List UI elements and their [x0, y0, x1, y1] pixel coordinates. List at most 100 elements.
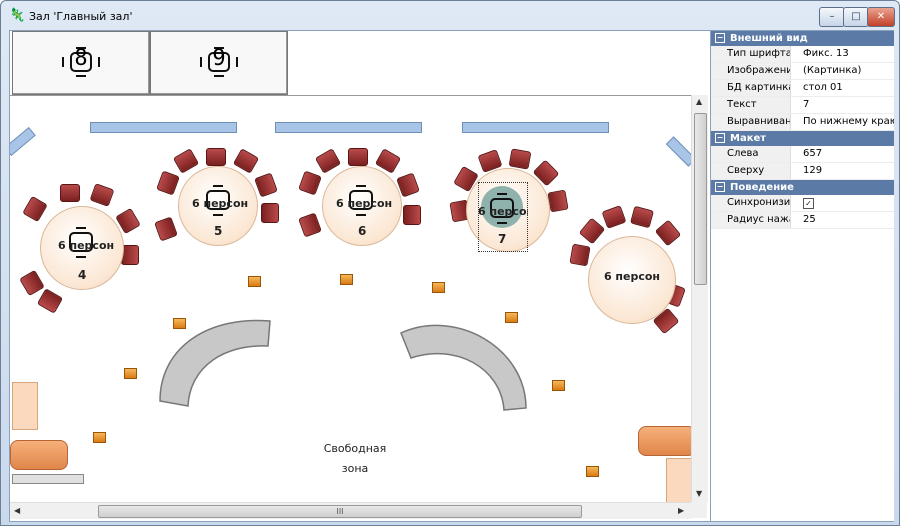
vertical-scroll-thumb[interactable]	[694, 113, 707, 285]
vertical-scrollbar[interactable]: ▲ ▼	[691, 95, 708, 502]
cushion	[586, 466, 599, 477]
property-value[interactable]: 25	[803, 212, 894, 228]
category-appearance[interactable]: − Внешний вид	[711, 31, 894, 46]
property-value[interactable]: 7	[803, 97, 894, 113]
table-capacity-label: 6 персон	[58, 239, 115, 252]
chair	[60, 184, 80, 202]
property-key: Сверху	[711, 163, 791, 179]
window-title: Зал 'Главный зал'	[29, 10, 133, 23]
table-button-8[interactable]: 8	[12, 31, 150, 95]
table-number: 6	[358, 224, 367, 238]
cabinet	[12, 382, 38, 430]
property-key: Слева	[711, 146, 791, 162]
curved-bar-left	[159, 319, 271, 407]
chair	[630, 205, 654, 229]
chair	[261, 203, 279, 223]
scroll-grip-label: III	[336, 507, 344, 516]
property-row[interactable]: Синхронизирует ✓	[711, 195, 894, 212]
app-icon: 🦎	[9, 8, 26, 23]
property-value[interactable]: По нижнему краю	[803, 114, 894, 130]
cushion	[124, 368, 137, 379]
table-capacity-label: 6 персон	[192, 197, 249, 210]
window-strip	[90, 122, 237, 133]
property-key: Выравнивание т	[711, 114, 791, 130]
table-capacity-label: 6 персон	[478, 205, 528, 218]
chair	[254, 172, 278, 198]
property-row[interactable]: Текст 7	[711, 97, 894, 114]
zone-label-line1: Свободная	[323, 442, 387, 455]
chair	[654, 219, 682, 247]
property-row[interactable]: Тип шрифта Фикс. 13	[711, 46, 894, 63]
cushion	[552, 380, 565, 391]
maximize-button[interactable]: □	[843, 7, 869, 27]
chair	[403, 205, 421, 225]
scroll-left-icon[interactable]: ◀	[14, 506, 20, 515]
sofa	[638, 426, 691, 456]
property-key: БД картинка	[711, 80, 791, 96]
table-button-label: 8	[74, 46, 88, 71]
table-capacity-label: 6 персон	[603, 270, 661, 283]
chair	[154, 216, 178, 242]
property-row[interactable]: Выравнивание т По нижнему краю	[711, 114, 894, 131]
chair	[89, 183, 115, 207]
curved-bar-right	[400, 324, 527, 411]
property-value[interactable]: Фикс. 13	[803, 46, 894, 62]
property-key: Радиус нажатия	[711, 212, 791, 228]
property-grid: − Внешний вид Тип шрифта Фикс. 13 Изображе…	[710, 31, 894, 521]
minimize-button[interactable]: –	[819, 7, 845, 27]
window-strip	[10, 127, 36, 156]
sync-checkbox[interactable]: ✓	[803, 198, 814, 209]
table-button-9[interactable]: 9	[150, 31, 288, 95]
chair	[206, 148, 226, 166]
chair	[314, 148, 342, 174]
chair	[19, 269, 45, 297]
close-button[interactable]: ✕	[867, 7, 895, 27]
cushion	[340, 274, 353, 285]
main-window: 🦎 Зал 'Главный зал' – □ ✕ 8 9 6 персон 4…	[0, 0, 900, 526]
property-row[interactable]: Слева 657	[711, 146, 894, 163]
property-value[interactable]: стол 01	[803, 80, 894, 96]
property-value[interactable]: ✓	[803, 195, 894, 211]
window-strip	[275, 122, 422, 133]
chair	[298, 212, 322, 238]
property-row[interactable]: Сверху 129	[711, 163, 894, 180]
zone-label-line2: зона	[341, 462, 369, 475]
category-layout[interactable]: − Макет	[711, 131, 894, 146]
scroll-right-icon[interactable]: ▶	[678, 506, 684, 515]
collapse-icon[interactable]: −	[715, 182, 725, 192]
category-behavior[interactable]: − Поведение	[711, 180, 894, 195]
chair	[601, 205, 627, 229]
window-strip	[665, 136, 691, 167]
chair	[172, 148, 200, 174]
window-strip	[462, 122, 609, 133]
horizontal-scroll-thumb[interactable]: III	[98, 505, 582, 518]
sofa	[10, 440, 68, 470]
cabinet	[666, 458, 691, 503]
property-row[interactable]: БД картинка стол 01	[711, 80, 894, 97]
chair	[508, 148, 532, 170]
property-key: Тип шрифта	[711, 46, 791, 62]
floor-plan-canvas[interactable]: 6 персон 4 6 персон 5 6 персон 6 6 персо…	[10, 95, 691, 503]
title-bar[interactable]: 🦎 Зал 'Главный зал' – □ ✕	[1, 1, 899, 31]
property-row[interactable]: Радиус нажатия 25	[711, 212, 894, 229]
scroll-down-icon[interactable]: ▼	[696, 489, 702, 498]
chair	[156, 170, 180, 196]
property-key: Текст	[711, 97, 791, 113]
chair	[298, 170, 322, 196]
scroll-up-icon[interactable]: ▲	[696, 97, 702, 106]
table-number: 5	[214, 224, 223, 238]
chair	[36, 288, 64, 314]
table-number: 7	[498, 232, 507, 246]
property-value[interactable]: 657	[803, 146, 894, 162]
property-key: Синхронизирует	[711, 195, 791, 211]
category-label: Поведение	[730, 182, 794, 193]
horizontal-scrollbar[interactable]: ◀ III ▶	[10, 502, 691, 519]
property-value[interactable]: (Картинка)	[803, 63, 894, 79]
table-capacity-label: 6 персон	[336, 197, 393, 210]
collapse-icon[interactable]: −	[715, 33, 725, 43]
collapse-icon[interactable]: −	[715, 133, 725, 143]
chair	[569, 243, 591, 267]
property-row[interactable]: Изображение (Картинка)	[711, 63, 894, 80]
chair	[348, 148, 368, 166]
property-value[interactable]: 129	[803, 163, 894, 179]
